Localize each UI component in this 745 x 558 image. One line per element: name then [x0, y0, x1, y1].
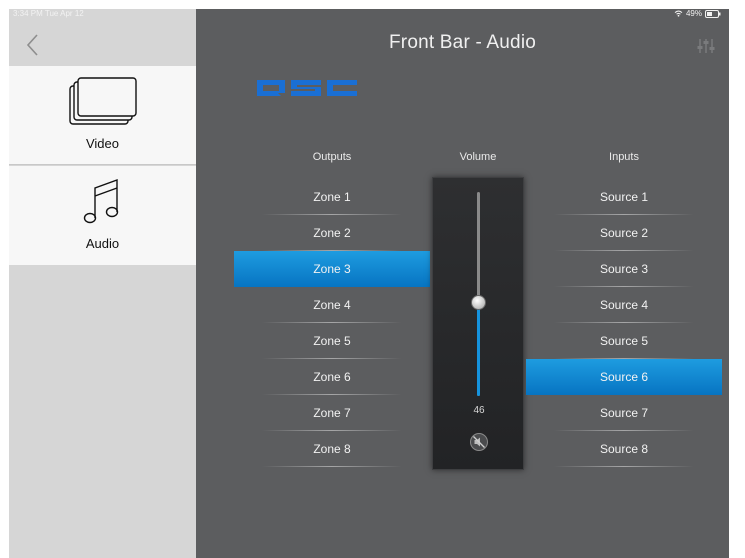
source-option[interactable]: Source 4: [526, 287, 722, 323]
source-option[interactable]: Source 8: [526, 431, 722, 467]
outputs-list: Zone 1 Zone 2 Zone 3 Zone 4 Zone 5 Zone …: [234, 179, 430, 467]
sidebar-item-label: Audio: [85, 236, 120, 251]
speaker-mute-icon: [470, 433, 488, 451]
volume-panel: 46: [432, 177, 524, 470]
page-title: Front Bar - Audio: [388, 32, 537, 53]
zone-option[interactable]: Zone 2: [234, 215, 430, 251]
sidebar: 3:34 PM Tue Apr 12 Video Audio: [9, 9, 196, 558]
inputs-list: Source 1 Source 2 Source 3 Source 4 Sour…: [526, 179, 722, 467]
volume-heading: Volume: [459, 151, 497, 163]
source-option[interactable]: Source 2: [526, 215, 722, 251]
source-option[interactable]: Source 3: [526, 251, 722, 287]
sidebar-item-audio[interactable]: Audio: [9, 166, 196, 265]
sliders-icon: [697, 39, 715, 53]
source-option[interactable]: Source 1: [526, 179, 722, 215]
battery-percentage: 49%: [685, 9, 702, 18]
volume-level-fill: [477, 302, 480, 396]
back-button[interactable]: [23, 31, 45, 59]
zone-option[interactable]: Zone 8: [234, 431, 430, 467]
volume-slider[interactable]: [471, 192, 486, 396]
music-note-icon: [9, 174, 196, 226]
zone-option[interactable]: Zone 6: [234, 359, 430, 395]
source-option[interactable]: Source 6: [526, 359, 722, 395]
battery-icon: [705, 9, 721, 18]
zone-option[interactable]: Zone 5: [234, 323, 430, 359]
sidebar-item-label: Video: [85, 136, 119, 151]
mixer-settings-button[interactable]: [697, 37, 715, 55]
wifi-icon: [674, 10, 683, 17]
mute-button[interactable]: [469, 432, 489, 452]
status-indicators: 49%: [674, 9, 721, 18]
volume-slider-thumb[interactable]: [471, 295, 486, 311]
inputs-heading: Inputs: [609, 151, 639, 163]
zone-option[interactable]: Zone 3: [234, 251, 430, 287]
sidebar-header: 3:34 PM Tue Apr 12: [9, 9, 196, 66]
source-option[interactable]: Source 5: [526, 323, 722, 359]
video-stack-icon: [9, 76, 196, 128]
outputs-heading: Outputs: [312, 151, 352, 163]
sidebar-item-video[interactable]: Video: [9, 66, 196, 165]
chevron-left-icon: [26, 34, 38, 56]
zone-option[interactable]: Zone 1: [234, 179, 430, 215]
zone-option[interactable]: Zone 7: [234, 395, 430, 431]
status-time: 3:34 PM Tue Apr 12: [13, 9, 84, 18]
app-screen: 3:34 PM Tue Apr 12 Video Audio 49% Front…: [9, 9, 729, 558]
qsc-logo: [255, 78, 359, 103]
source-option[interactable]: Source 7: [526, 395, 722, 431]
volume-value: 46: [473, 405, 485, 416]
zone-option[interactable]: Zone 4: [234, 287, 430, 323]
